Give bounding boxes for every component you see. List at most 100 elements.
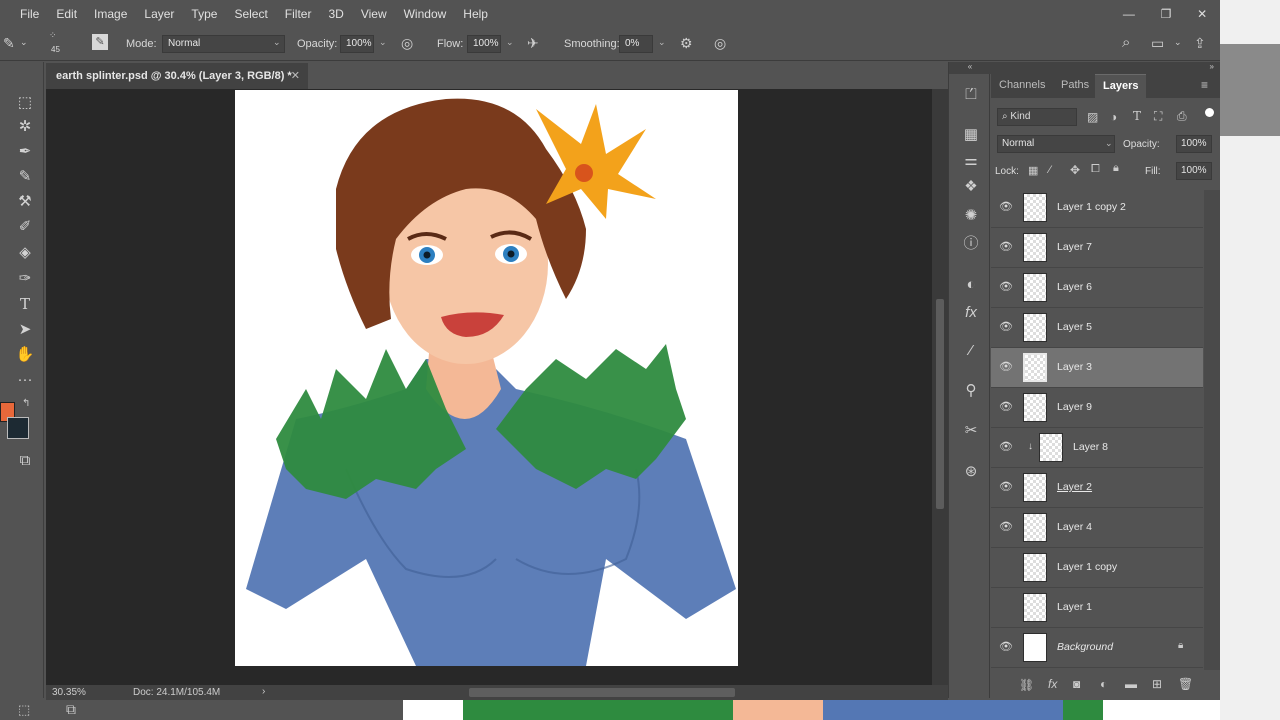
- close-icon[interactable]: ✕: [291, 69, 300, 82]
- menu-type[interactable]: Type: [191, 7, 217, 21]
- clone-stamp-tool-icon[interactable]: ⚒: [14, 191, 36, 213]
- eye-icon[interactable]: 👁︎: [999, 441, 1013, 453]
- eye-icon[interactable]: 👁︎: [999, 281, 1013, 293]
- layer-row[interactable]: 👁︎ Layer 4: [991, 508, 1203, 548]
- filter-smart-icon[interactable]: ⎙: [1177, 109, 1187, 124]
- menu-image[interactable]: Image: [94, 7, 127, 21]
- pressure-opacity-icon[interactable]: ◎: [401, 35, 413, 52]
- chevron-down-icon[interactable]: ⌄: [506, 37, 514, 48]
- airbrush-icon[interactable]: ✈: [527, 35, 539, 52]
- 3d-icon[interactable]: ⊛: [962, 463, 980, 481]
- blend-mode-select[interactable]: Normal: [997, 135, 1115, 153]
- layer-row[interactable]: · Layer 1 copy: [991, 548, 1203, 588]
- layer-name[interactable]: Layer 1 copy 2: [1057, 201, 1126, 213]
- filter-toggle[interactable]: [1205, 108, 1214, 117]
- layers-scrollbar[interactable]: [1204, 190, 1220, 670]
- smoothing-field[interactable]: 0%: [619, 35, 653, 53]
- eye-icon[interactable]: 👁︎: [999, 321, 1013, 333]
- layer-name[interactable]: Layer 1 copy: [1057, 561, 1117, 573]
- screen-mode-icon[interactable]: ⧉: [14, 450, 36, 472]
- eye-icon[interactable]: 👁︎: [999, 401, 1013, 413]
- menu-edit[interactable]: Edit: [56, 7, 77, 21]
- magic-wand-tool-icon[interactable]: ✲: [14, 116, 36, 138]
- zoom-level[interactable]: 30.35%: [52, 687, 86, 698]
- add-mask-icon[interactable]: ◙: [1073, 677, 1080, 691]
- collapse-dock-icon[interactable]: «: [949, 62, 991, 74]
- marquee-icon[interactable]: ⬚: [18, 702, 30, 718]
- pressure-size-icon[interactable]: ◎: [714, 35, 726, 52]
- eyedropper-tool-icon[interactable]: ✒: [14, 141, 36, 163]
- collapse-panel-icon[interactable]: »: [1210, 62, 1214, 71]
- canvas-area[interactable]: [46, 89, 932, 685]
- brush-tool-icon[interactable]: ✎: [3, 35, 15, 52]
- pen-tool-icon[interactable]: ✑: [14, 268, 36, 290]
- layer-row[interactable]: 👁︎ Layer 6: [991, 268, 1203, 308]
- chevron-down-icon[interactable]: ⌄: [658, 37, 666, 48]
- eye-hidden-icon[interactable]: ·: [999, 561, 1011, 573]
- horizontal-scrollbar[interactable]: [469, 688, 735, 697]
- brushes-icon[interactable]: ⁄: [962, 342, 980, 360]
- new-layer-icon[interactable]: ⊞: [1152, 677, 1162, 691]
- layer-row[interactable]: 👁︎ Layer 2: [991, 468, 1203, 508]
- chevron-down-icon[interactable]: ⌄: [20, 37, 28, 48]
- restore-button[interactable]: ❐: [1161, 7, 1172, 21]
- eye-icon[interactable]: 👁︎: [999, 241, 1013, 253]
- layer-row[interactable]: 👁︎ Layer 9: [991, 388, 1203, 428]
- filter-type-icon[interactable]: T: [1133, 109, 1141, 123]
- layer-name[interactable]: Layer 1: [1057, 601, 1092, 613]
- adjustments-icon[interactable]: ◐: [962, 276, 980, 294]
- history-brush-tool-icon[interactable]: ✐: [14, 216, 36, 238]
- layer-name[interactable]: Layer 2: [1057, 481, 1092, 493]
- eye-icon[interactable]: 👁︎: [999, 201, 1013, 213]
- layer-row[interactable]: 👁︎ Background 🔒︎: [991, 628, 1203, 668]
- chevron-down-icon[interactable]: ⌄: [379, 37, 387, 48]
- link-layers-icon[interactable]: ⛓: [1019, 678, 1034, 692]
- lock-transparency-icon[interactable]: ▦: [1028, 164, 1038, 177]
- menu-window[interactable]: Window: [404, 7, 447, 21]
- lock-artboard-icon[interactable]: ⧠: [1091, 163, 1100, 176]
- close-button[interactable]: ✕: [1197, 7, 1207, 21]
- info-icon[interactable]: ⓘ: [962, 235, 980, 253]
- background-color-swatch[interactable]: [7, 417, 29, 439]
- lock-pixels-icon[interactable]: ⁄: [1049, 164, 1051, 176]
- swap-colors-icon[interactable]: ↰: [22, 398, 30, 409]
- fill-field[interactable]: 100%: [1176, 162, 1212, 180]
- navigator-icon[interactable]: ✺: [962, 207, 980, 225]
- menu-file[interactable]: File: [20, 7, 39, 21]
- eye-icon[interactable]: 👁︎: [999, 641, 1013, 653]
- tab-channels[interactable]: Channels: [991, 74, 1053, 98]
- layer-name[interactable]: Background: [1057, 641, 1113, 653]
- filter-kind-select[interactable]: ⌕ Kind: [997, 108, 1077, 126]
- libraries-icon[interactable]: ❖: [962, 178, 980, 196]
- share-icon[interactable]: ⇪: [1194, 35, 1206, 52]
- eye-icon[interactable]: 👁︎: [999, 521, 1013, 533]
- menu-help[interactable]: Help: [463, 7, 488, 21]
- layer-name[interactable]: Layer 3: [1057, 361, 1092, 373]
- menu-select[interactable]: Select: [234, 7, 267, 21]
- eye-hidden-icon[interactable]: ·: [999, 601, 1011, 613]
- layer-name[interactable]: Layer 5: [1057, 321, 1092, 333]
- filter-adjustment-icon[interactable]: ◑: [1110, 110, 1117, 124]
- layer-name[interactable]: Layer 4: [1057, 521, 1092, 533]
- path-selection-tool-icon[interactable]: ➤: [14, 319, 36, 341]
- search-icon[interactable]: ⌕: [1122, 34, 1130, 51]
- marquee-tool-icon[interactable]: ⬚: [14, 92, 36, 114]
- menu-3d[interactable]: 3D: [328, 7, 343, 21]
- tab-paths[interactable]: Paths: [1053, 74, 1097, 98]
- filter-shape-icon[interactable]: ⛶: [1154, 109, 1162, 124]
- document-tab[interactable]: earth splinter.psd @ 30.4% (Layer 3, RGB…: [46, 63, 308, 89]
- chevron-down-icon[interactable]: ⌄: [1174, 37, 1182, 48]
- swatches-icon[interactable]: ▦: [962, 126, 980, 144]
- flow-field[interactable]: 100%: [467, 35, 501, 53]
- paint-bucket-tool-icon[interactable]: ◈: [14, 242, 36, 264]
- layer-name[interactable]: Layer 6: [1057, 281, 1092, 293]
- lock-all-icon[interactable]: 🔒︎: [1113, 162, 1119, 175]
- eye-icon[interactable]: 👁︎: [999, 481, 1013, 493]
- layer-opacity-field[interactable]: 100%: [1176, 135, 1212, 153]
- layer-row[interactable]: 👁︎ Layer 1 copy 2: [991, 188, 1203, 228]
- layer-row[interactable]: · Layer 1: [991, 588, 1203, 628]
- brush-tool-icon[interactable]: ✎: [14, 166, 36, 188]
- minimize-button[interactable]: —: [1123, 7, 1135, 21]
- layer-row[interactable]: 👁︎ Layer 7: [991, 228, 1203, 268]
- filter-pixel-icon[interactable]: ▨: [1087, 110, 1098, 124]
